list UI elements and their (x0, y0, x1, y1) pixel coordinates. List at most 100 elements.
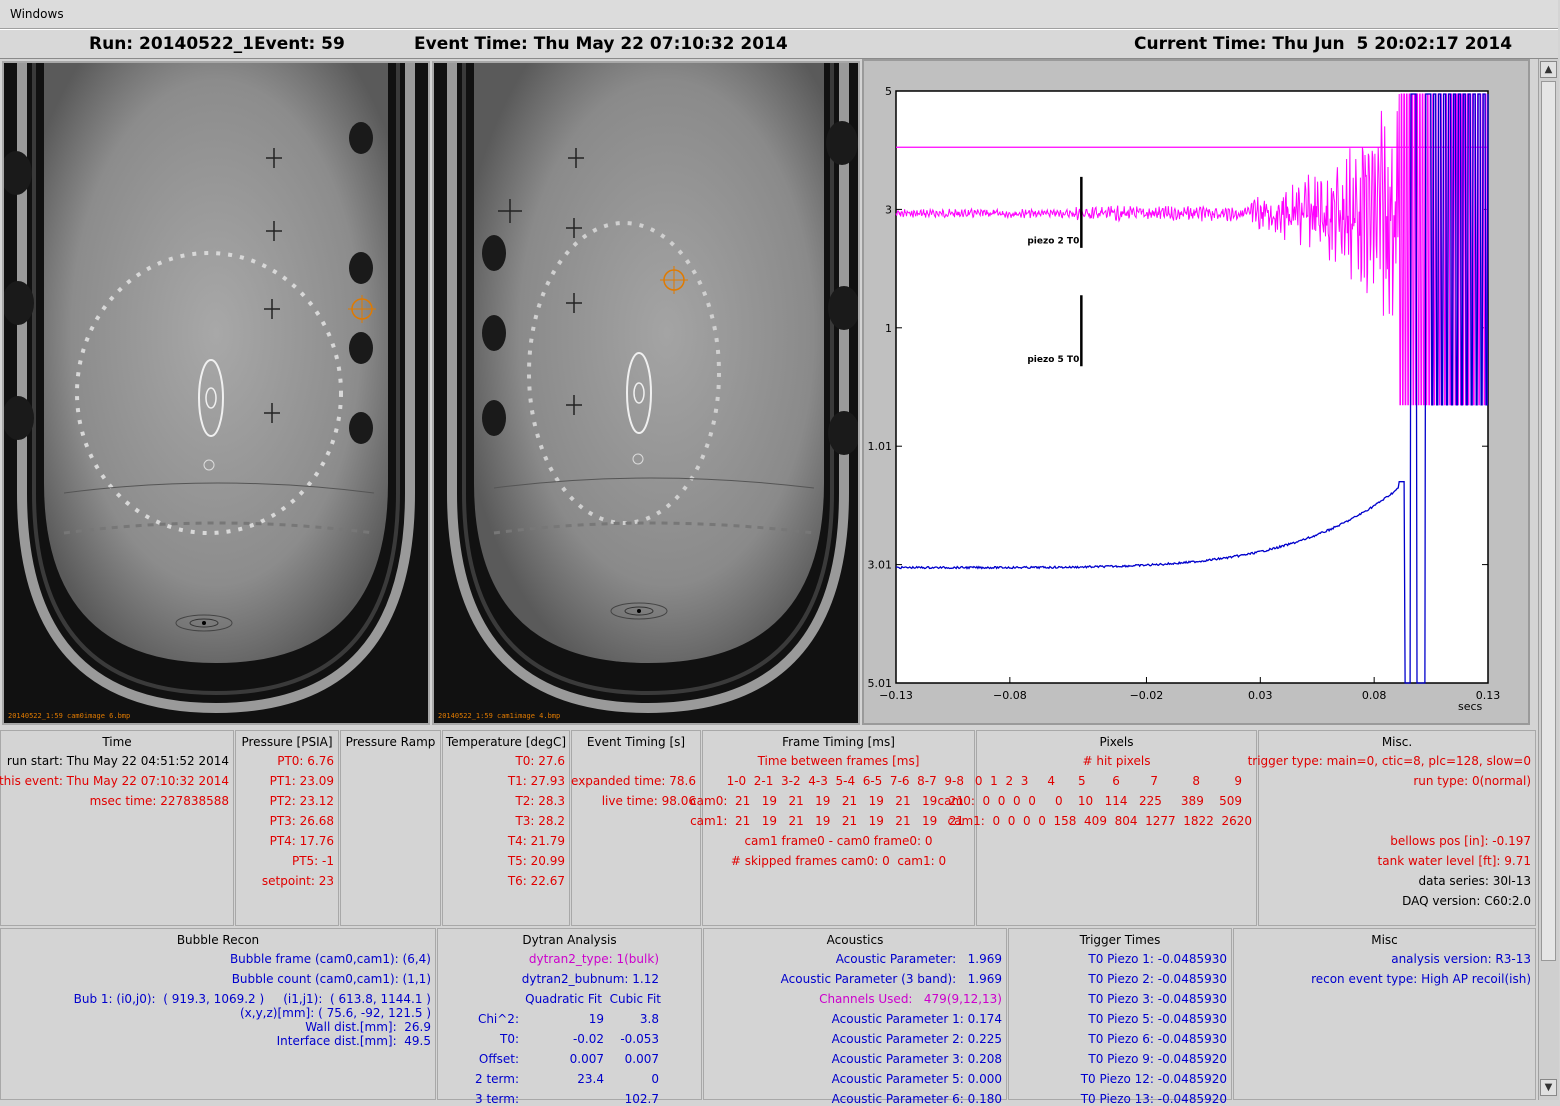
time-panel-title: Time (102, 735, 132, 749)
chi2-quadratic: 19 (588, 1012, 604, 1026)
dytran-type: dytran2_type: 1(bulk) (528, 952, 659, 966)
camera-1-filename: 20140522_1:59 cam1image 4.bmp (438, 712, 561, 720)
this-event: this event: Thu May 22 07:10:32 2014 (0, 774, 229, 788)
camera-0-filename: 20140522_1:59 cam0image 6.bmp (8, 712, 131, 720)
pixels-header: 0 1 2 3 4 5 6 7 8 9 (974, 774, 1242, 788)
pressure-panel: Pressure [PSIA] PT0: 6.76 PT1: 23.09 PT2… (235, 730, 339, 926)
frame-timing-subtitle: Time between frames [ms] (757, 754, 920, 768)
menu-windows[interactable]: Windows (10, 7, 64, 21)
misc-bottom-title: Misc (1371, 933, 1398, 947)
waveform-plot: 5311.013.015.01 −0.13 −0.08 −0.02 0.03 0.08 0… (864, 61, 1528, 723)
t0-piezo-3: T0 Piezo 3: -0.0485930 (1088, 992, 1227, 1006)
event-label: Event: 59 (254, 34, 345, 54)
x-axis-label: secs (1458, 700, 1483, 713)
offset-cubic: 0.007 (624, 1052, 659, 1066)
y-tick-label: 3.01 (868, 559, 893, 572)
event-time-label: Event Time: Thu May 22 07:10:32 2014 (414, 34, 788, 54)
camera-0-view (4, 63, 428, 723)
fit-header: Quadratic Fit Cubic Fit (525, 992, 661, 1006)
pressure-setpoint: setpoint: 23 (261, 874, 334, 888)
scrollbar-thumb[interactable] (1541, 81, 1556, 961)
acoustics-title: Acoustics (826, 933, 884, 947)
msec-time: msec time: 227838588 (89, 794, 229, 808)
menu-bar: Windows (0, 0, 1558, 29)
pt5-value: PT5: -1 (291, 854, 334, 868)
live-time: live time: 98.06 (601, 794, 696, 808)
pressure-ramp-title: Pressure Ramp (345, 735, 436, 749)
frame-timing-header: 1-0 2-1 3-2 4-3 5-4 6-5 7-6 8-7 9-8 (726, 774, 964, 788)
run-label: Run: 20140522_1 (89, 34, 254, 54)
chi2-label: Chi^2: (477, 1012, 519, 1026)
frame-timing-cam0: cam0: 21 19 21 19 21 19 21 19 21 (690, 794, 964, 808)
event-timing-panel: Event Timing [s] expanded time: 78.6 liv… (571, 730, 701, 926)
data-series: data series: 30l-13 (1418, 874, 1531, 888)
bubble-frame: Bubble frame (cam0,cam1): (6,4) (229, 952, 431, 966)
acoustic-parameter-1: Acoustic Parameter 1: 0.174 (831, 1012, 1002, 1026)
t5-value: T5: 20.99 (507, 854, 565, 868)
x-tick-label: −0.13 (879, 689, 913, 702)
bubble-1-coords: Bub 1: (i0,j0): ( 919.3, 1069.2 ) (i1,j1… (73, 992, 431, 1006)
term3-label: 3 term: (475, 1092, 519, 1106)
pt1-value: PT1: 23.09 (269, 774, 334, 788)
misc-bottom-panel: Misc analysis version: R3-13 recon event… (1233, 928, 1536, 1100)
camera-1-view (434, 63, 858, 723)
term2-label: 2 term: (475, 1072, 519, 1086)
analysis-version: analysis version: R3-13 (1391, 952, 1531, 966)
t0-value: T0: 27.6 (515, 754, 565, 768)
frame-offset: cam1 frame0 - cam0 frame0: 0 (744, 834, 933, 848)
run-type: run type: 0(normal) (1413, 774, 1531, 788)
event-timing-title: Event Timing [s] (586, 735, 686, 749)
piezo-2-t0-label: piezo 2 T0 (1027, 237, 1079, 247)
recon-event-type: recon event type: High AP recoil(ish) (1311, 972, 1531, 986)
pt3-value: PT3: 26.68 (269, 814, 334, 828)
frame-timing-cam1: cam1: 21 19 21 19 21 19 21 19 21 (690, 814, 964, 828)
acoustics-panel: Acoustics Acoustic Parameter: 1.969 Acou… (703, 928, 1007, 1106)
pt2-value: PT2: 23.12 (269, 794, 334, 808)
expanded-time: expanded time: 78.6 (571, 774, 696, 788)
run-start: run start: Thu May 22 04:51:52 2014 (6, 754, 229, 768)
camera-0-image: 20140522_1:59 cam0image 6.bmp (2, 61, 430, 725)
y-tick-label: 1 (885, 322, 892, 335)
pixels-cam0: cam0: 0 0 0 0 0 10 114 225 389 509 (937, 794, 1242, 808)
bellows-pos: bellows pos [in]: -0.197 (1390, 834, 1531, 848)
pixels-cam1: cam1: 0 0 0 0 158 409 804 1277 1822 2620 (947, 814, 1252, 828)
t0-piezo-1: T0 Piezo 1: -0.0485930 (1088, 952, 1227, 966)
channels-used: Channels Used: 479(9,12,13) (819, 992, 1002, 1006)
scroll-up-button[interactable]: ▲ (1540, 61, 1557, 78)
dytran-bubnum: dytran2_bubnum: 1.12 (521, 972, 659, 986)
acoustic-parameter-2: Acoustic Parameter 2: 0.225 (831, 1032, 1002, 1046)
y-tick-label: 1.01 (868, 440, 893, 453)
waveform-plot-frame: 5 3 1 1.01 3.01 5.01 −0.13 −0.08 −0.02 0.03 0.08 0… (862, 59, 1530, 725)
t0-piezo-12: T0 Piezo 12: -0.0485920 (1080, 1072, 1227, 1086)
bubble-1-xyz: (x,y,z)[mm]: ( 75.6, -92, 121.5 ) (239, 1006, 431, 1020)
t1-value: T1: 27.93 (507, 774, 565, 788)
pixels-panel: Pixels # hit pixels 0 1 2 3 4 5 6 7 8 9 … (938, 730, 1257, 926)
t6-value: T6: 22.67 (507, 874, 565, 888)
dytran-title: Dytran Analysis (522, 933, 617, 947)
temperature-panel-title: Temperature [degC] (445, 735, 567, 749)
acoustic-parameter-3: Acoustic Parameter 3: 0.208 (831, 1052, 1002, 1066)
term2-cubic: 0 (651, 1072, 659, 1086)
event-header: Run: 20140522_1 Event: 59 Event Time: Th… (0, 29, 1558, 59)
camera-1-image: 20140522_1:59 cam1image 4.bmp (432, 61, 860, 725)
trigger-type: trigger type: main=0, ctic=8, plc=128, s… (1247, 754, 1531, 768)
x-tick-label: −0.02 (1130, 689, 1164, 702)
bubble-recon-title: Bubble Recon (176, 933, 260, 947)
pressure-ramp-panel: Pressure Ramp (340, 730, 441, 926)
vertical-scrollbar[interactable]: ▲ ▼ (1538, 59, 1559, 1100)
acoustic-parameter-6: Acoustic Parameter 6: 0.180 (831, 1092, 1002, 1106)
t4-value: T4: 21.79 (507, 834, 565, 848)
current-time-label: Current Time: Thu Jun 5 20:02:17 2014 (1134, 34, 1513, 54)
frame-timing-panel: Frame Timing [ms] Time between frames [m… (690, 730, 975, 926)
term3-cubic: 102.7 (624, 1092, 659, 1106)
x-tick-label: −0.08 (993, 689, 1027, 702)
t0-piezo-13: T0 Piezo 13: -0.0485920 (1080, 1092, 1227, 1106)
term2-quadratic: 23.4 (577, 1072, 604, 1086)
interface-distance: Interface dist.[mm]: 49.5 (276, 1034, 431, 1048)
offset-label: Offset: (478, 1052, 519, 1066)
acoustic-parameter-3band: Acoustic Parameter (3 band): 1.969 (780, 972, 1002, 986)
pixels-title: Pixels (1099, 735, 1134, 749)
offset-quadratic: 0.007 (569, 1052, 604, 1066)
scroll-down-button[interactable]: ▼ (1540, 1079, 1557, 1096)
acoustic-parameter: Acoustic Parameter: 1.969 (835, 952, 1002, 966)
